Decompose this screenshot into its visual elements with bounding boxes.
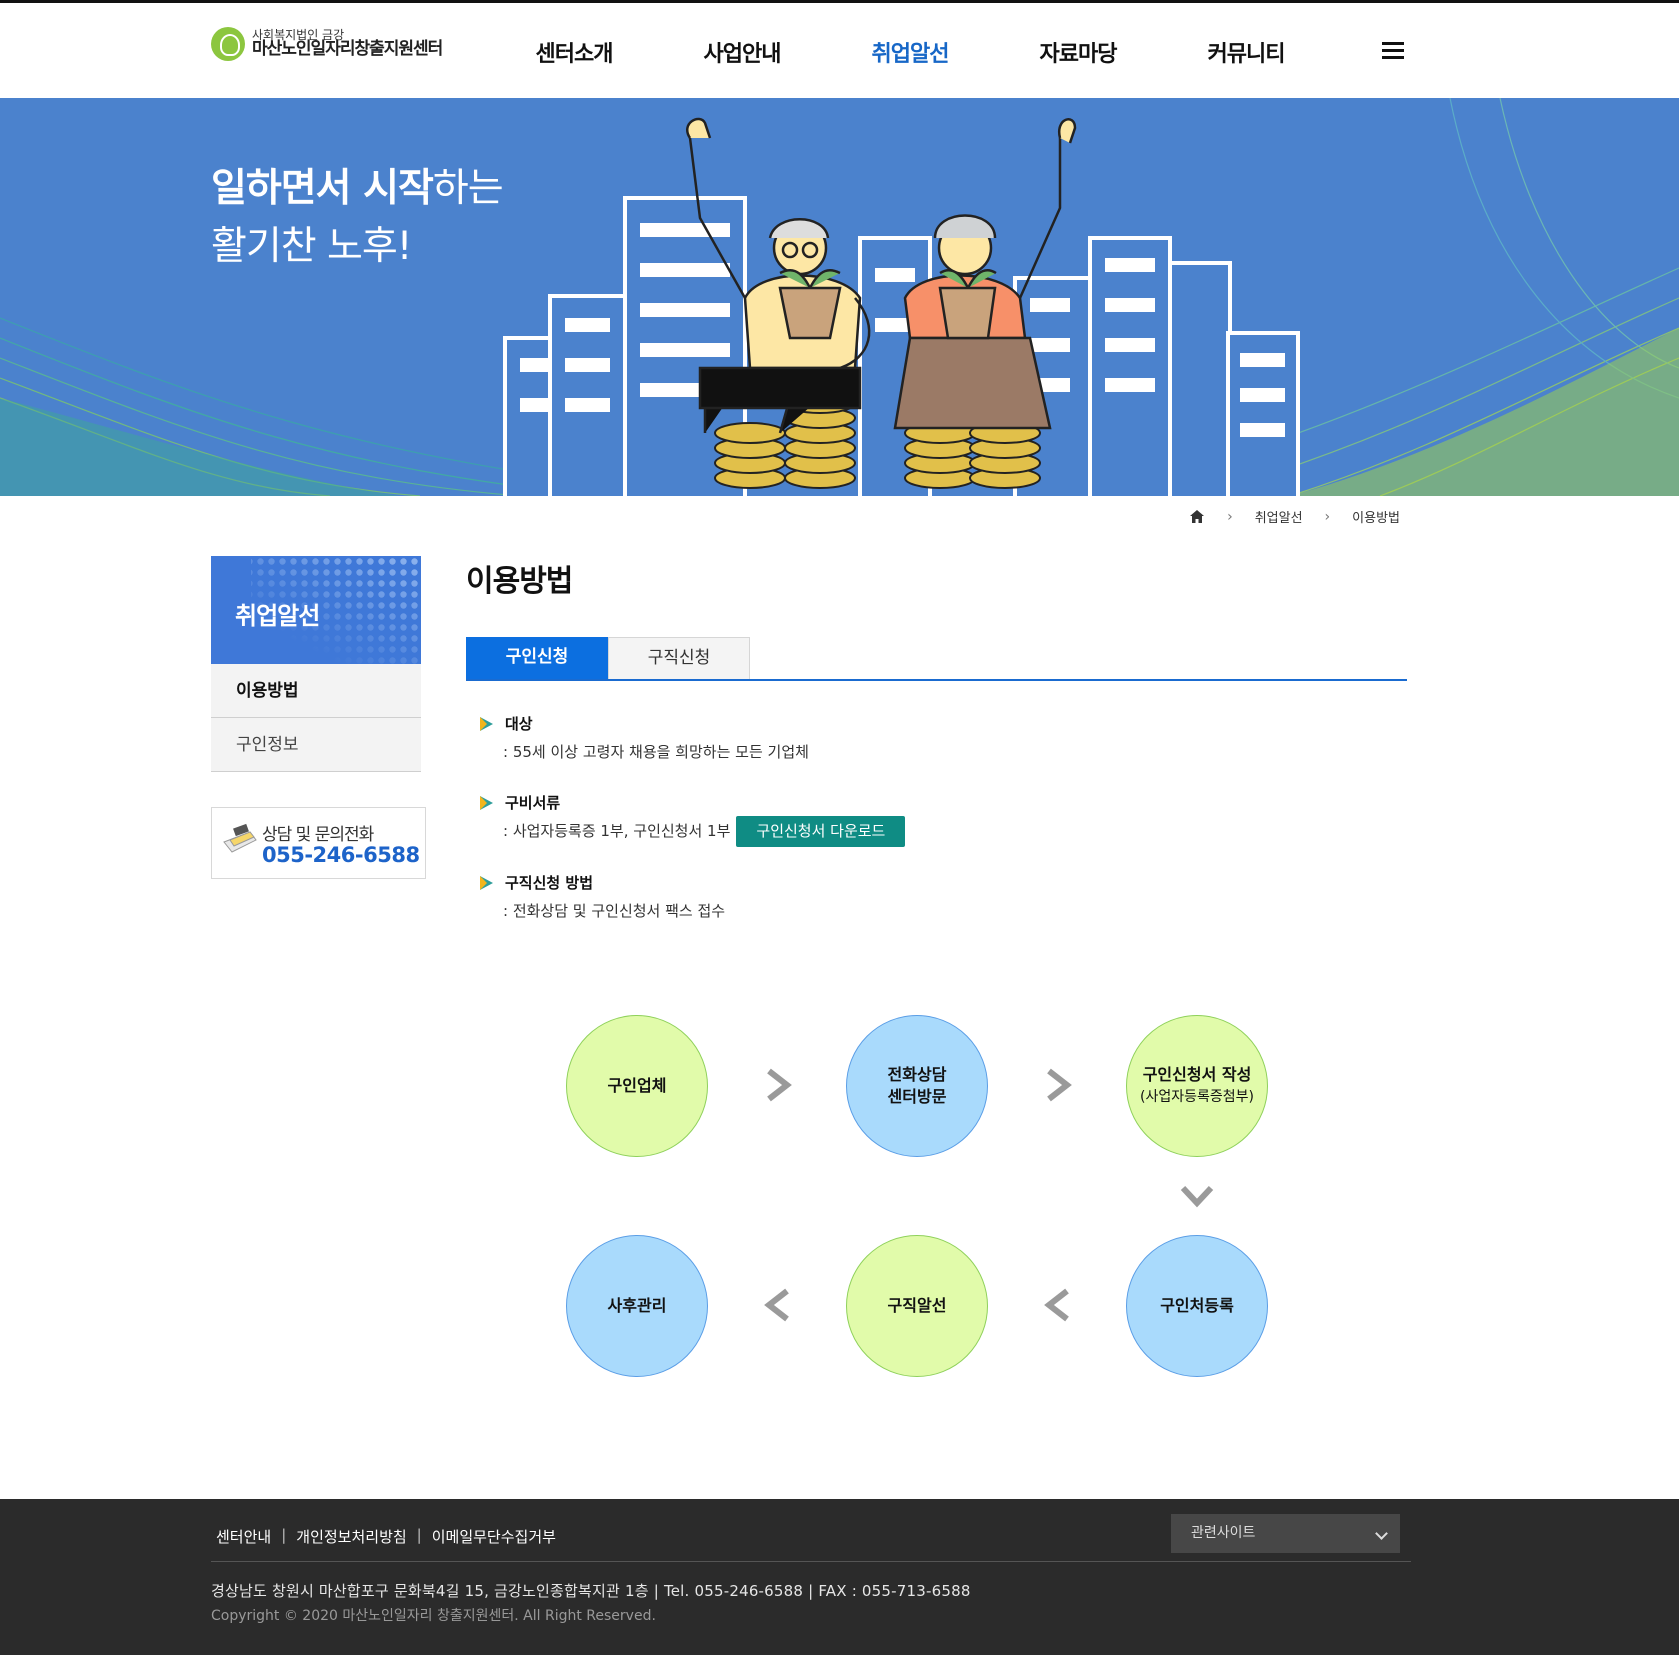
site-footer: 센터안내 | 개인정보처리방침 | 이메일무단수집거부 관련사이트 경상남도 창… [0, 1499, 1679, 1655]
hero-illustration [0, 98, 1679, 496]
sidebar-item-job-info[interactable]: 구인정보 [211, 718, 421, 772]
nav-item-business[interactable]: 사업안내 [658, 36, 826, 68]
nav-item-community[interactable]: 커뮤니티 [1162, 36, 1330, 68]
logo-emblem-icon [211, 27, 245, 61]
section-title: 구직신청 방법 [480, 873, 725, 893]
tab-bar: 구인신청 구직신청 [466, 637, 1407, 681]
flow-step-label: 구직알선 [887, 1296, 947, 1315]
sidebar-header: 취업알선 [211, 556, 421, 664]
hero-banner: 일하면서 시작하는 활기찬 노후! [0, 98, 1679, 496]
section-title: 대상 [480, 714, 809, 734]
related-sites-select[interactable]: 관련사이트 [1171, 1514, 1400, 1553]
footer-divider [211, 1561, 1411, 1562]
flow-step-label: 센터방문 [887, 1087, 947, 1106]
breadcrumb-item-employment[interactable]: 취업알선 [1255, 507, 1303, 526]
site-logo[interactable]: 사회복지법인 금강 마산노인일자리창출지원센터 [211, 27, 443, 61]
arrow-right-icon [767, 1068, 792, 1102]
hero-line1-thin: 하는 [432, 166, 504, 211]
nav-item-center-intro[interactable]: 센터소개 [490, 36, 658, 68]
flow-step-label: 구인업체 [607, 1076, 667, 1095]
footer-link-email-policy[interactable]: 이메일무단수집거부 [432, 1526, 556, 1547]
breadcrumb: › 취업알선 › 이용방법 [1189, 507, 1400, 526]
section-title: 구비서류 [480, 793, 905, 813]
section-documents: 구비서류 : 사업자등록증 1부, 구인신청서 1부 구인신청서 다운로드 [480, 793, 906, 847]
footer-link-privacy[interactable]: 개인정보처리방침 [296, 1526, 406, 1547]
sidebar-menu: 이용방법 구인정보 [211, 664, 421, 772]
arrow-left-icon [764, 1288, 789, 1322]
logo-title: 마산노인일자리창출지원센터 [252, 39, 443, 60]
footer-copyright: Copyright © 2020 마산노인일자리 창출지원센터. All Rig… [211, 1608, 656, 1624]
flow-step-aftercare: 사후관리 [566, 1235, 708, 1377]
sidebar-item-usage[interactable]: 이용방법 [211, 664, 421, 718]
flow-step-sublabel: (사업자등록증첨부) [1140, 1089, 1254, 1105]
flow-step-label: 구인처등록 [1160, 1296, 1234, 1315]
flow-step-application: 구인신청서 작성 (사업자등록증첨부) [1126, 1015, 1268, 1157]
section-target: 대상 : 55세 이상 고령자 채용을 희망하는 모든 기업체 [480, 714, 809, 762]
tab-job-request[interactable]: 구직신청 [608, 637, 750, 679]
nav-item-resources[interactable]: 자료마당 [994, 36, 1162, 68]
hero-line1-bold: 일하면서 시작 [211, 166, 434, 211]
flow-step-consult: 전화상담 센터방문 [846, 1015, 988, 1157]
nav-item-employment[interactable]: 취업알선 [826, 36, 994, 68]
related-sites-label: 관련사이트 [1191, 1525, 1256, 1541]
chevron-down-icon [1375, 1527, 1388, 1540]
main-nav: 센터소개 사업안내 취업알선 자료마당 커뮤니티 [490, 36, 1330, 68]
arrow-down-icon [1180, 1185, 1214, 1208]
chevron-right-icon: › [1324, 508, 1331, 525]
contact-phone[interactable]: 055-246-6588 [262, 843, 420, 867]
arrow-right-icon [1047, 1068, 1072, 1102]
logo-text: 사회복지법인 금강 마산노인일자리창출지원센터 [252, 29, 443, 60]
page-title: 이용방법 [466, 564, 573, 599]
section-method: 구직신청 방법 : 전화상담 및 구인신청서 팩스 접수 [480, 873, 725, 921]
footer-separator: | [281, 1526, 287, 1544]
footer-link-center[interactable]: 센터안내 [216, 1526, 271, 1547]
footer-address: 경상남도 창원시 마산합포구 문화북4길 15, 금강노인종합복지관 1층 | … [211, 1582, 971, 1600]
site-header: 사회복지법인 금강 마산노인일자리창출지원센터 센터소개 사업안내 취업알선 자… [0, 3, 1679, 98]
flow-step-placement: 구직알선 [846, 1235, 988, 1377]
chevron-right-icon: › [1227, 508, 1233, 525]
section-desc: : 전화상담 및 구인신청서 팩스 접수 [503, 902, 726, 920]
download-form-button[interactable]: 구인신청서 다운로드 [736, 815, 906, 847]
flow-step-register: 구인처등록 [1126, 1235, 1268, 1377]
section-desc-text: : 사업자등록증 1부, 구인신청서 1부 [503, 822, 731, 840]
hamburger-icon[interactable] [1382, 42, 1404, 60]
section-desc: : 55세 이상 고령자 채용을 희망하는 모든 기업체 [503, 743, 809, 761]
hero-headline: 일하면서 시작하는 활기찬 노후! [211, 160, 504, 276]
contact-box: 상담 및 문의전화 055-246-6588 [211, 807, 426, 879]
hero-line2: 활기찬 노후! [211, 224, 412, 269]
tab-recruit-request[interactable]: 구인신청 [466, 637, 608, 679]
footer-separator: | [416, 1526, 422, 1544]
flow-step-company: 구인업체 [566, 1015, 708, 1157]
flow-step-label: 사후관리 [607, 1296, 667, 1315]
home-icon[interactable] [1189, 509, 1205, 524]
sidebar-title: 취업알선 [235, 602, 320, 630]
contact-label: 상담 및 문의전화 [262, 825, 374, 845]
flow-step-label: 구인신청서 작성 [1142, 1065, 1252, 1084]
arrow-left-icon [1044, 1288, 1069, 1322]
phone-icon [223, 823, 257, 853]
section-desc: : 사업자등록증 1부, 구인신청서 1부 구인신청서 다운로드 [480, 815, 906, 847]
flow-step-label: 전화상담 [887, 1065, 947, 1084]
footer-links: 센터안내 | 개인정보처리방침 | 이메일무단수집거부 [216, 1526, 556, 1547]
breadcrumb-item-current[interactable]: 이용방법 [1352, 507, 1400, 526]
